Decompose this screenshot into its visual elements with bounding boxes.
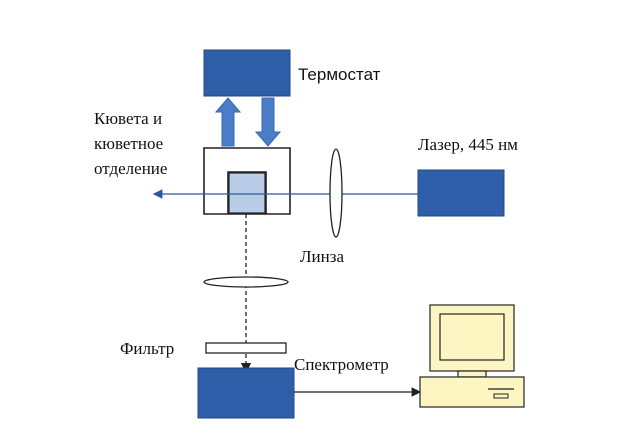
optical-setup-diagram: Термостат Кювета и кюветное отделение Ли… bbox=[0, 0, 640, 446]
lens-horizontal bbox=[203, 276, 289, 288]
spectrometer-block bbox=[197, 367, 295, 419]
filter bbox=[205, 342, 287, 354]
cuvette-label-line1: Кювета и bbox=[94, 109, 162, 128]
cuvette bbox=[228, 172, 266, 214]
cuvette-label-line3: отделение bbox=[94, 159, 167, 178]
lens-vertical bbox=[329, 148, 343, 238]
spectrometer-label: Спектрометр bbox=[294, 355, 389, 374]
laser-label: Лазер, 445 нм bbox=[418, 135, 518, 154]
down-arrow bbox=[254, 97, 282, 147]
up-arrow bbox=[214, 97, 242, 147]
computer-stand bbox=[457, 370, 487, 378]
laser-block bbox=[417, 169, 505, 217]
thermostat-label: Термостат bbox=[298, 65, 381, 84]
filter-label: Фильтр bbox=[120, 339, 174, 358]
computer-screen bbox=[439, 313, 505, 361]
computer-base bbox=[419, 376, 525, 408]
diagram-canvas: Термостат Кювета и кюветное отделение Ли… bbox=[94, 49, 525, 419]
thermostat-block bbox=[203, 49, 291, 97]
computer-icon bbox=[419, 304, 525, 408]
cuvette-label-line2: кюветное bbox=[94, 134, 163, 153]
lens-label: Линза bbox=[300, 247, 344, 266]
computer-button bbox=[493, 393, 509, 399]
